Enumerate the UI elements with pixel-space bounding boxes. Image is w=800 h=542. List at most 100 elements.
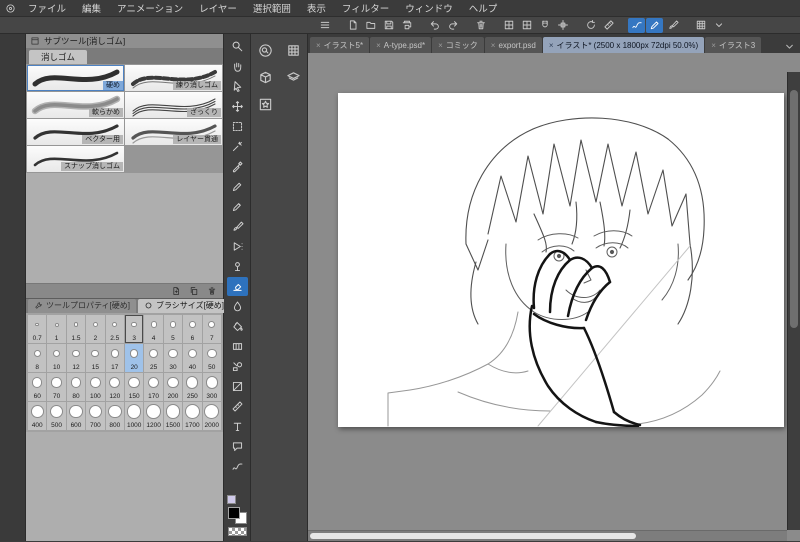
brush-size-600[interactable]: 600 <box>66 401 86 430</box>
tool-eyedrop[interactable] <box>227 157 248 176</box>
dock-navzoom[interactable] <box>255 40 275 60</box>
close-tab-icon[interactable]: × <box>438 41 443 50</box>
duplicate-subtool-button[interactable] <box>189 286 199 296</box>
subtool-item-1[interactable]: 練り消しゴム <box>125 65 222 91</box>
tool-figure[interactable] <box>227 357 248 376</box>
print-button[interactable] <box>398 18 415 33</box>
save-button[interactable] <box>380 18 397 33</box>
brush-size-400[interactable]: 400 <box>28 401 47 430</box>
brush-size-1200[interactable]: 1200 <box>144 401 163 430</box>
brush-size-120[interactable]: 120 <box>105 372 124 401</box>
opendoc-button[interactable] <box>362 18 379 33</box>
gridpanel-button[interactable] <box>692 18 709 33</box>
tool-fill[interactable] <box>227 317 248 336</box>
brush-button[interactable] <box>664 18 681 33</box>
ruler2-button[interactable] <box>600 18 617 33</box>
transparent-color-swatch[interactable] <box>227 527 247 536</box>
brush-size-25[interactable]: 25 <box>144 343 163 372</box>
brush-size-1[interactable]: 1 <box>47 314 66 343</box>
tool-text[interactable] <box>227 417 248 436</box>
canvas[interactable] <box>338 93 784 427</box>
undo-button[interactable] <box>426 18 443 33</box>
brush-size-3[interactable]: 3 <box>124 314 144 343</box>
tool-wand[interactable] <box>227 137 248 156</box>
tab-list-dropdown[interactable] <box>783 40 798 53</box>
vertical-scrollbar-thumb[interactable] <box>790 90 798 329</box>
new-subtool-button[interactable] <box>171 286 181 296</box>
dock-gridpanel[interactable] <box>283 40 303 60</box>
brush-size-800[interactable]: 800 <box>105 401 124 430</box>
newdoc-button[interactable] <box>344 18 361 33</box>
brush-size-250[interactable]: 250 <box>183 372 202 401</box>
subtool-item-5[interactable]: レイヤー貫通 <box>125 119 222 145</box>
subtool-item-0[interactable]: 硬め <box>27 65 124 91</box>
trash-button[interactable] <box>472 18 489 33</box>
tool-deco[interactable] <box>227 257 248 276</box>
redo-button[interactable] <box>444 18 461 33</box>
vertical-scrollbar[interactable] <box>787 72 800 530</box>
brush-size-5[interactable]: 5 <box>163 314 183 343</box>
brush-size-700[interactable]: 700 <box>86 401 105 430</box>
brush-size-20[interactable]: 20 <box>124 343 144 372</box>
brush-size-7[interactable]: 7 <box>202 314 221 343</box>
dock-layersic[interactable] <box>283 67 303 87</box>
horizontal-scrollbar-thumb[interactable] <box>310 533 636 539</box>
brush-size-1_5[interactable]: 1.5 <box>66 314 86 343</box>
tool-blend[interactable] <box>227 297 248 316</box>
document-tab-1[interactable]: × A-type.psd* <box>370 37 432 53</box>
tool-pen[interactable] <box>227 177 248 196</box>
subtool-item-3[interactable]: ざっくり <box>125 92 222 118</box>
brush-size-200[interactable]: 200 <box>163 372 183 401</box>
magnet-button[interactable] <box>536 18 553 33</box>
brush-size-17[interactable]: 17 <box>105 343 124 372</box>
checker-button[interactable] <box>518 18 535 33</box>
close-tab-icon[interactable]: × <box>316 41 321 50</box>
subtool-item-4[interactable]: ベクター用 <box>27 119 124 145</box>
main-color-swatch[interactable] <box>227 507 240 519</box>
tool-frame[interactable] <box>227 377 248 396</box>
brush-size-4[interactable]: 4 <box>144 314 163 343</box>
crosshair-button[interactable] <box>554 18 571 33</box>
close-tab-icon[interactable]: × <box>491 41 496 50</box>
document-tab-4[interactable]: × イラスト* (2500 x 1800px 72dpi 50.0%) <box>542 37 705 53</box>
brush-size-500[interactable]: 500 <box>47 401 66 430</box>
brush-size-0_7[interactable]: 0.7 <box>28 314 47 343</box>
brush-size-150[interactable]: 150 <box>124 372 144 401</box>
brush-size-60[interactable]: 60 <box>28 372 47 401</box>
tool-rulertool[interactable] <box>227 397 248 416</box>
menu-item-3[interactable]: レイヤー <box>191 0 245 16</box>
dock-cube[interactable] <box>255 67 275 87</box>
tool-handtool[interactable] <box>227 57 248 76</box>
brush-size-8[interactable]: 8 <box>28 343 47 372</box>
tool-cursorop[interactable] <box>227 77 248 96</box>
document-tab-5[interactable]: × イラスト3 <box>705 37 762 53</box>
subtool-item-6[interactable]: スナップ消しゴム <box>27 146 124 172</box>
brush-size-70[interactable]: 70 <box>47 372 66 401</box>
menu-item-5[interactable]: 表示 <box>299 0 334 16</box>
menu-button[interactable] <box>316 18 333 33</box>
tab-eraser[interactable]: 消しゴム <box>29 50 88 64</box>
brush-size-2[interactable]: 2 <box>86 314 105 343</box>
menu-item-7[interactable]: ウィンドウ <box>397 0 461 16</box>
tool-pencil[interactable] <box>227 197 248 216</box>
zigzag-button[interactable] <box>628 17 645 33</box>
tool-selectrect[interactable] <box>227 117 248 136</box>
brush-size-15[interactable]: 15 <box>86 343 105 372</box>
brush-size-30[interactable]: 30 <box>163 343 183 372</box>
horizontal-scrollbar[interactable] <box>308 530 787 541</box>
tool-movecross[interactable] <box>227 97 248 116</box>
brush-size-50[interactable]: 50 <box>202 343 221 372</box>
brush-size-170[interactable]: 170 <box>144 372 163 401</box>
app-logo-icon[interactable] <box>0 3 20 14</box>
menu-item-8[interactable]: ヘルプ <box>461 0 506 16</box>
tab-brush-size[interactable]: ブラシサイズ[硬め] <box>137 298 231 313</box>
brush-size-1000[interactable]: 1000 <box>124 401 144 430</box>
tab-tool-property[interactable]: ツールプロパティ[硬め] <box>28 298 136 313</box>
sub-color-swatch[interactable] <box>226 495 236 504</box>
tool-zoomtool[interactable] <box>227 37 248 56</box>
tool-airbrush[interactable] <box>227 237 248 256</box>
tool-brush[interactable] <box>227 217 248 236</box>
document-tab-3[interactable]: × export.psd <box>484 37 542 53</box>
pen-button[interactable] <box>646 17 663 33</box>
rotate-button[interactable] <box>582 18 599 33</box>
